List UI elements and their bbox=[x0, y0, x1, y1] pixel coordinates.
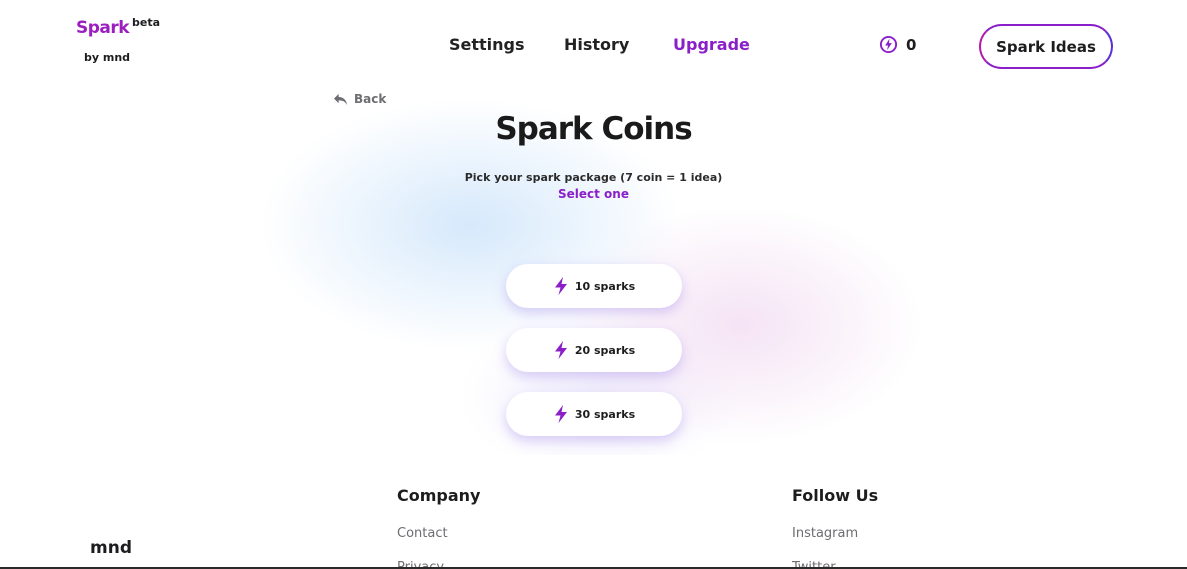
coin-balance: 0 bbox=[879, 35, 916, 54]
package-label: 10 sparks bbox=[574, 279, 636, 293]
bolt-icon bbox=[554, 405, 567, 423]
package-30-sparks-button[interactable]: 30 sparks bbox=[506, 392, 682, 436]
back-label: Back bbox=[354, 92, 387, 106]
nav-history[interactable]: History bbox=[564, 35, 629, 54]
footer-link-instagram[interactable]: Instagram bbox=[792, 526, 858, 541]
nav-upgrade[interactable]: Upgrade bbox=[673, 35, 750, 54]
footer-brand: mnd bbox=[90, 538, 132, 558]
logo-byline: by mnd bbox=[84, 51, 131, 64]
page-title: Spark Coins bbox=[495, 111, 692, 147]
coin-count: 0 bbox=[906, 35, 917, 54]
package-label: 20 sparks bbox=[574, 343, 636, 357]
select-prompt: Select one bbox=[558, 187, 629, 201]
nav-settings[interactable]: Settings bbox=[449, 35, 525, 54]
back-arrow-icon bbox=[334, 93, 347, 105]
package-20-sparks-button[interactable]: 20 sparks bbox=[506, 328, 682, 372]
logo[interactable]: Spark beta by mnd bbox=[76, 16, 160, 64]
back-link[interactable]: Back bbox=[333, 92, 386, 106]
package-label: 30 sparks bbox=[574, 407, 636, 421]
beta-badge: beta bbox=[132, 16, 161, 29]
coin-icon bbox=[879, 35, 898, 54]
footer-link-contact[interactable]: Contact bbox=[397, 526, 448, 541]
spark-ideas-button[interactable]: Spark Ideas bbox=[979, 24, 1113, 69]
logo-wordmark: Spark bbox=[76, 18, 130, 38]
bolt-icon bbox=[554, 277, 567, 295]
page-subtitle: Pick your spark package (7 coin = 1 idea… bbox=[464, 171, 723, 184]
bolt-icon bbox=[554, 341, 567, 359]
footer-heading-company: Company bbox=[397, 486, 481, 505]
footer-heading-follow-us: Follow Us bbox=[792, 486, 879, 505]
package-10-sparks-button[interactable]: 10 sparks bbox=[506, 264, 682, 308]
